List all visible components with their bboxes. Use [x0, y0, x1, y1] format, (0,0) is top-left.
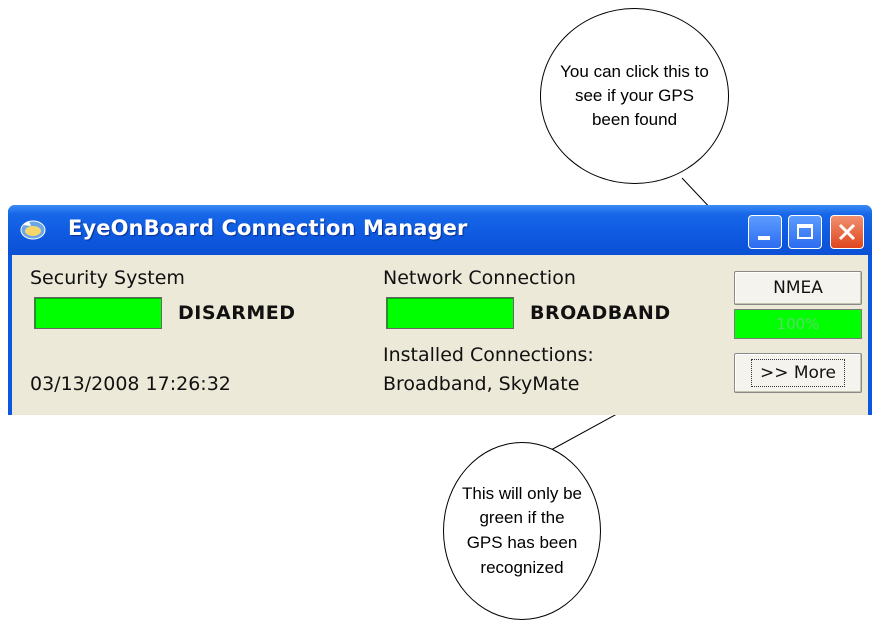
gps-button-callout-text: You can click this to see if your GPS be… [560, 61, 709, 130]
more-button[interactable]: >> More [734, 353, 862, 393]
network-status-text: BROADBAND [530, 302, 671, 324]
connection-manager-window: EyeOnBoard Connection Manager Security S… [8, 205, 872, 415]
more-button-label: >> More [750, 359, 846, 387]
minimize-button[interactable] [748, 215, 782, 249]
installed-connections-value: Broadband, SkyMate [383, 373, 580, 395]
close-button[interactable] [830, 215, 864, 249]
gps-signal-indicator: 100% [734, 309, 862, 339]
window-title: EyeOnBoard Connection Manager [68, 216, 468, 240]
app-logo-icon [20, 220, 46, 240]
network-status-indicator [386, 297, 514, 329]
security-system-label: Security System [30, 267, 185, 289]
network-connection-label: Network Connection [383, 267, 576, 289]
gps-indicator-callout-text: This will only be green if the GPS has b… [462, 483, 582, 577]
minimize-icon [758, 236, 770, 240]
installed-connections-label: Installed Connections: [383, 344, 594, 366]
maximize-icon [797, 224, 813, 239]
security-status-indicator [34, 297, 162, 329]
nmea-button[interactable]: NMEA [734, 271, 862, 305]
security-status-text: DISARMED [178, 302, 296, 324]
window-client-area: Security System DISARMED 03/13/2008 17:2… [12, 255, 868, 415]
close-icon [838, 223, 856, 241]
timestamp: 03/13/2008 17:26:32 [30, 373, 231, 395]
gps-button-callout: You can click this to see if your GPS be… [540, 8, 729, 184]
title-bar[interactable]: EyeOnBoard Connection Manager [8, 205, 872, 255]
gps-indicator-callout: This will only be green if the GPS has b… [443, 442, 601, 620]
maximize-button[interactable] [788, 215, 822, 249]
